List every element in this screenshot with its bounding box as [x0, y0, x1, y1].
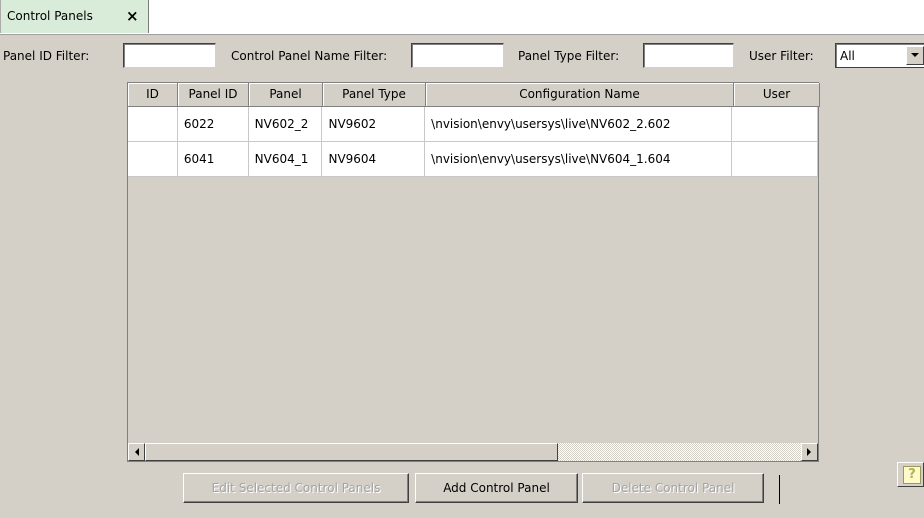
cell-panel-type: NV9604 [322, 142, 426, 177]
tab-label: Control Panels [7, 9, 93, 23]
help-button[interactable]: ? [897, 462, 924, 487]
column-header-id[interactable]: ID [128, 83, 178, 107]
delete-control-panel-button[interactable]: Delete Control Panel [582, 473, 764, 503]
toolbar-separator [779, 475, 780, 504]
column-header-panel[interactable]: Panel [249, 83, 323, 107]
chevron-down-icon[interactable] [906, 46, 924, 65]
cell-id [128, 107, 178, 142]
name-filter-label: Control Panel Name Filter: [231, 49, 388, 63]
tab-bar: Control Panels × [0, 0, 924, 35]
table-header: ID Panel ID Panel Panel Type Configurati… [128, 83, 820, 107]
cell-panel-id: 6022 [177, 107, 249, 142]
type-filter-input[interactable] [643, 43, 734, 68]
edit-selected-button[interactable]: Edit Selected Control Panels [183, 473, 409, 503]
user-filter-select[interactable]: All [835, 43, 924, 68]
column-header-panel-id[interactable]: Panel ID [178, 83, 249, 107]
tab-control-panels[interactable]: Control Panels × [0, 0, 149, 33]
cell-user [732, 107, 818, 142]
panel-id-filter-input[interactable] [123, 43, 216, 68]
cell-panel-type: NV9602 [322, 107, 426, 142]
cell-panel-id: 6041 [177, 142, 249, 177]
help-icon: ? [903, 466, 921, 484]
table-row[interactable]: 6041 NV604_1 NV9604 \nvision\envy\usersy… [128, 142, 818, 177]
cell-panel: NV604_1 [248, 142, 323, 177]
cell-configuration-name: \nvision\envy\usersys\live\NV604_1.604 [425, 142, 733, 177]
scrollbar-thumb[interactable] [145, 443, 558, 461]
table-row[interactable]: 6022 NV602_2 NV9602 \nvision\envy\usersy… [128, 107, 818, 142]
panel-id-filter-label: Panel ID Filter: [3, 49, 90, 63]
arrow-left-icon[interactable] [128, 443, 145, 461]
add-control-panel-button[interactable]: Add Control Panel [415, 473, 578, 503]
control-panels-table: ID Panel ID Panel Panel Type Configurati… [127, 82, 820, 462]
cell-configuration-name: \nvision\envy\usersys\live\NV602_2.602 [425, 107, 733, 142]
scrollbar-track[interactable] [558, 443, 801, 461]
arrow-right-icon[interactable] [801, 443, 818, 461]
column-header-panel-type[interactable]: Panel Type [323, 83, 426, 107]
cell-id [128, 142, 178, 177]
close-icon[interactable]: × [126, 7, 139, 25]
cell-panel: NV602_2 [248, 107, 323, 142]
user-filter-value: All [840, 49, 855, 63]
user-filter-label: User Filter: [749, 49, 814, 63]
cell-user [732, 142, 818, 177]
table-body: 6022 NV602_2 NV9602 \nvision\envy\usersy… [128, 107, 818, 177]
horizontal-scrollbar[interactable] [128, 443, 818, 461]
type-filter-label: Panel Type Filter: [518, 49, 620, 63]
name-filter-input[interactable] [411, 43, 504, 68]
column-header-configuration-name[interactable]: Configuration Name [426, 83, 734, 107]
column-header-user[interactable]: User [734, 83, 820, 107]
